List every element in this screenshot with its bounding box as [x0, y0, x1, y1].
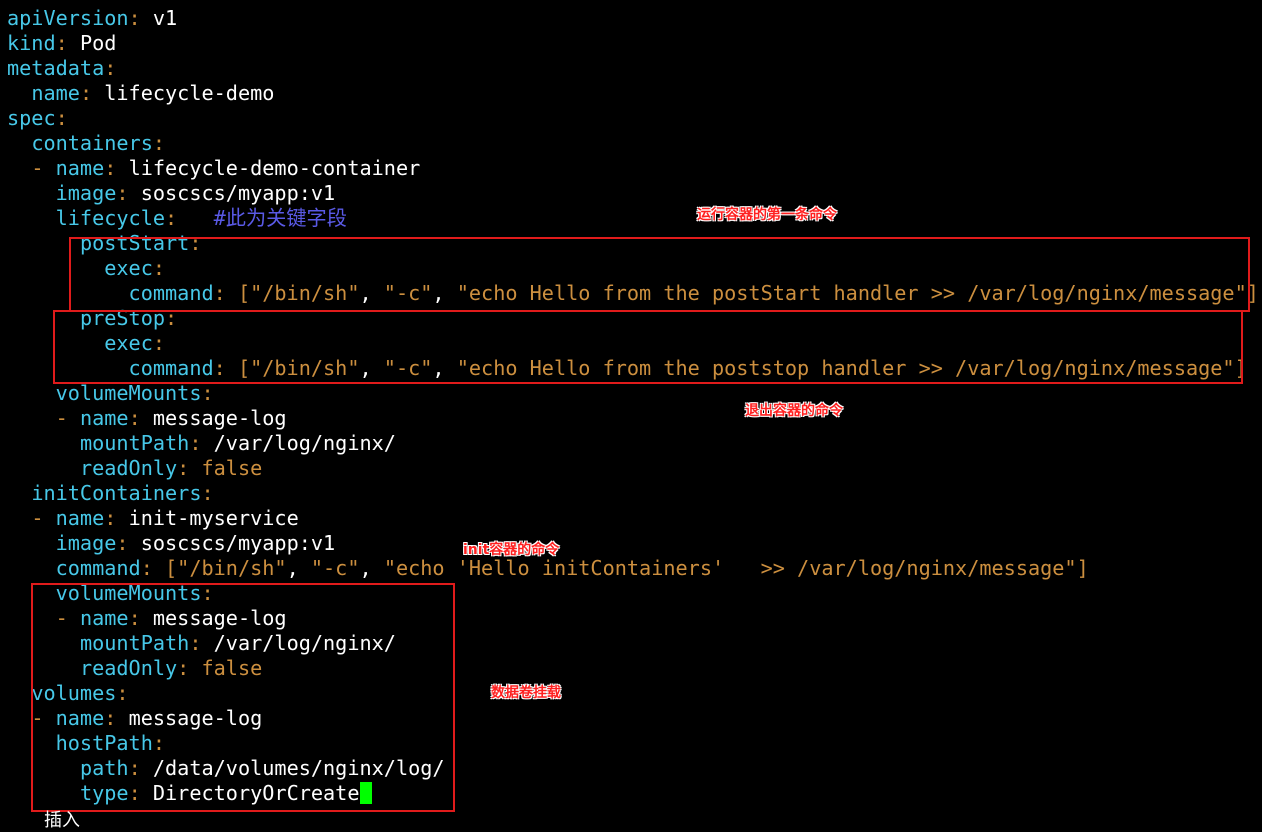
code-line[interactable]: command: ["/bin/sh", "-c", "echo 'Hello … [7, 556, 1259, 581]
comma: , [286, 556, 311, 580]
yaml-key: name [55, 156, 105, 180]
list-dash: - [55, 406, 80, 430]
volumes-annotation: 数据卷挂载 [491, 685, 561, 701]
yaml-key: name [55, 506, 105, 530]
code-line[interactable]: image: soscscs/myapp:v1 [7, 181, 1259, 206]
yaml-key: volumeMounts [55, 381, 202, 405]
yaml-key: containers [31, 131, 153, 155]
code-line[interactable]: - name: init-myservice [7, 506, 1259, 531]
bracket: [ [165, 556, 178, 580]
yaml-value: lifecycle-demo-container [128, 156, 421, 180]
poststart-highlight-box [69, 237, 1250, 312]
colon: : [104, 56, 117, 80]
yaml-bool: false [201, 456, 263, 480]
colon: : [104, 156, 117, 180]
yaml-key: apiVersion [7, 6, 129, 30]
code-line[interactable]: image: soscscs/myapp:v1 [7, 531, 1259, 556]
colon: : [152, 131, 166, 155]
yaml-value: Pod [79, 31, 117, 55]
code-line[interactable]: kind: Pod [7, 31, 1259, 56]
yaml-key: command [55, 556, 141, 580]
yaml-key: image [55, 531, 117, 555]
colon: : [201, 481, 214, 505]
yaml-key: name [31, 81, 80, 105]
code-line[interactable]: containers: [7, 131, 1259, 156]
yaml-key: initContainers [31, 481, 202, 505]
yaml-key: metadata [7, 56, 105, 80]
yaml-key: readOnly [79, 456, 178, 480]
colon: : [128, 6, 141, 30]
yaml-value: init-myservice [128, 506, 299, 530]
code-line[interactable]: readOnly: false [7, 456, 1259, 481]
code-line[interactable]: lifecycle: #此为关键字段 [7, 206, 1259, 231]
code-line[interactable]: apiVersion: v1 [7, 6, 1259, 31]
code-line[interactable]: volumeMounts: [7, 381, 1259, 406]
list-dash: - [31, 506, 56, 530]
colon: : [201, 381, 214, 405]
yaml-value: /var/log/nginx/ [213, 431, 396, 455]
poststart-annotation: 运行容器的第一条命令 [697, 207, 837, 223]
array-string: "echo 'Hello initContainers' >> /var/log… [383, 556, 1077, 580]
partial-status-text: 插入 [44, 810, 80, 831]
prestop-annotation: 退出容器的命令 [745, 403, 843, 419]
yaml-key: mountPath [79, 431, 190, 455]
yaml-key: spec [7, 106, 56, 130]
yaml-key: lifecycle [55, 206, 166, 230]
init-annotation: init容器的命令 [463, 542, 560, 558]
bracket: ] [1076, 556, 1089, 580]
colon: : [79, 81, 93, 105]
yaml-key: kind [7, 31, 56, 55]
code-line[interactable]: spec: [7, 106, 1259, 131]
list-dash: - [31, 156, 56, 180]
yaml-value: message-log [152, 406, 287, 430]
code-line[interactable]: - name: lifecycle-demo-container [7, 156, 1259, 181]
yaml-value: soscscs/myapp:v1 [140, 181, 336, 205]
colon: : [116, 181, 129, 205]
yaml-value: v1 [152, 6, 178, 30]
code-line[interactable]: name: lifecycle-demo [7, 81, 1259, 106]
colon: : [165, 206, 178, 230]
colon: : [55, 106, 68, 130]
colon: : [177, 456, 190, 480]
array-string: "-c" [310, 556, 360, 580]
colon: : [189, 431, 202, 455]
volumes-highlight-box [31, 583, 455, 812]
comma: , [359, 556, 384, 580]
code-line[interactable]: initContainers: [7, 481, 1259, 506]
colon: : [116, 531, 129, 555]
code-line[interactable]: mountPath: /var/log/nginx/ [7, 431, 1259, 456]
code-line[interactable]: metadata: [7, 56, 1259, 81]
yaml-key: image [55, 181, 117, 205]
yaml-value: lifecycle-demo [104, 81, 275, 105]
array-string: "/bin/sh" [177, 556, 287, 580]
yaml-value: soscscs/myapp:v1 [140, 531, 336, 555]
colon: : [140, 556, 153, 580]
yaml-comment: #此为关键字段 [213, 206, 347, 230]
colon: : [128, 406, 141, 430]
colon: : [104, 506, 117, 530]
code-line[interactable]: - name: message-log [7, 406, 1259, 431]
yaml-key: name [79, 406, 129, 430]
colon: : [55, 31, 68, 55]
prestop-highlight-box [53, 310, 1243, 384]
